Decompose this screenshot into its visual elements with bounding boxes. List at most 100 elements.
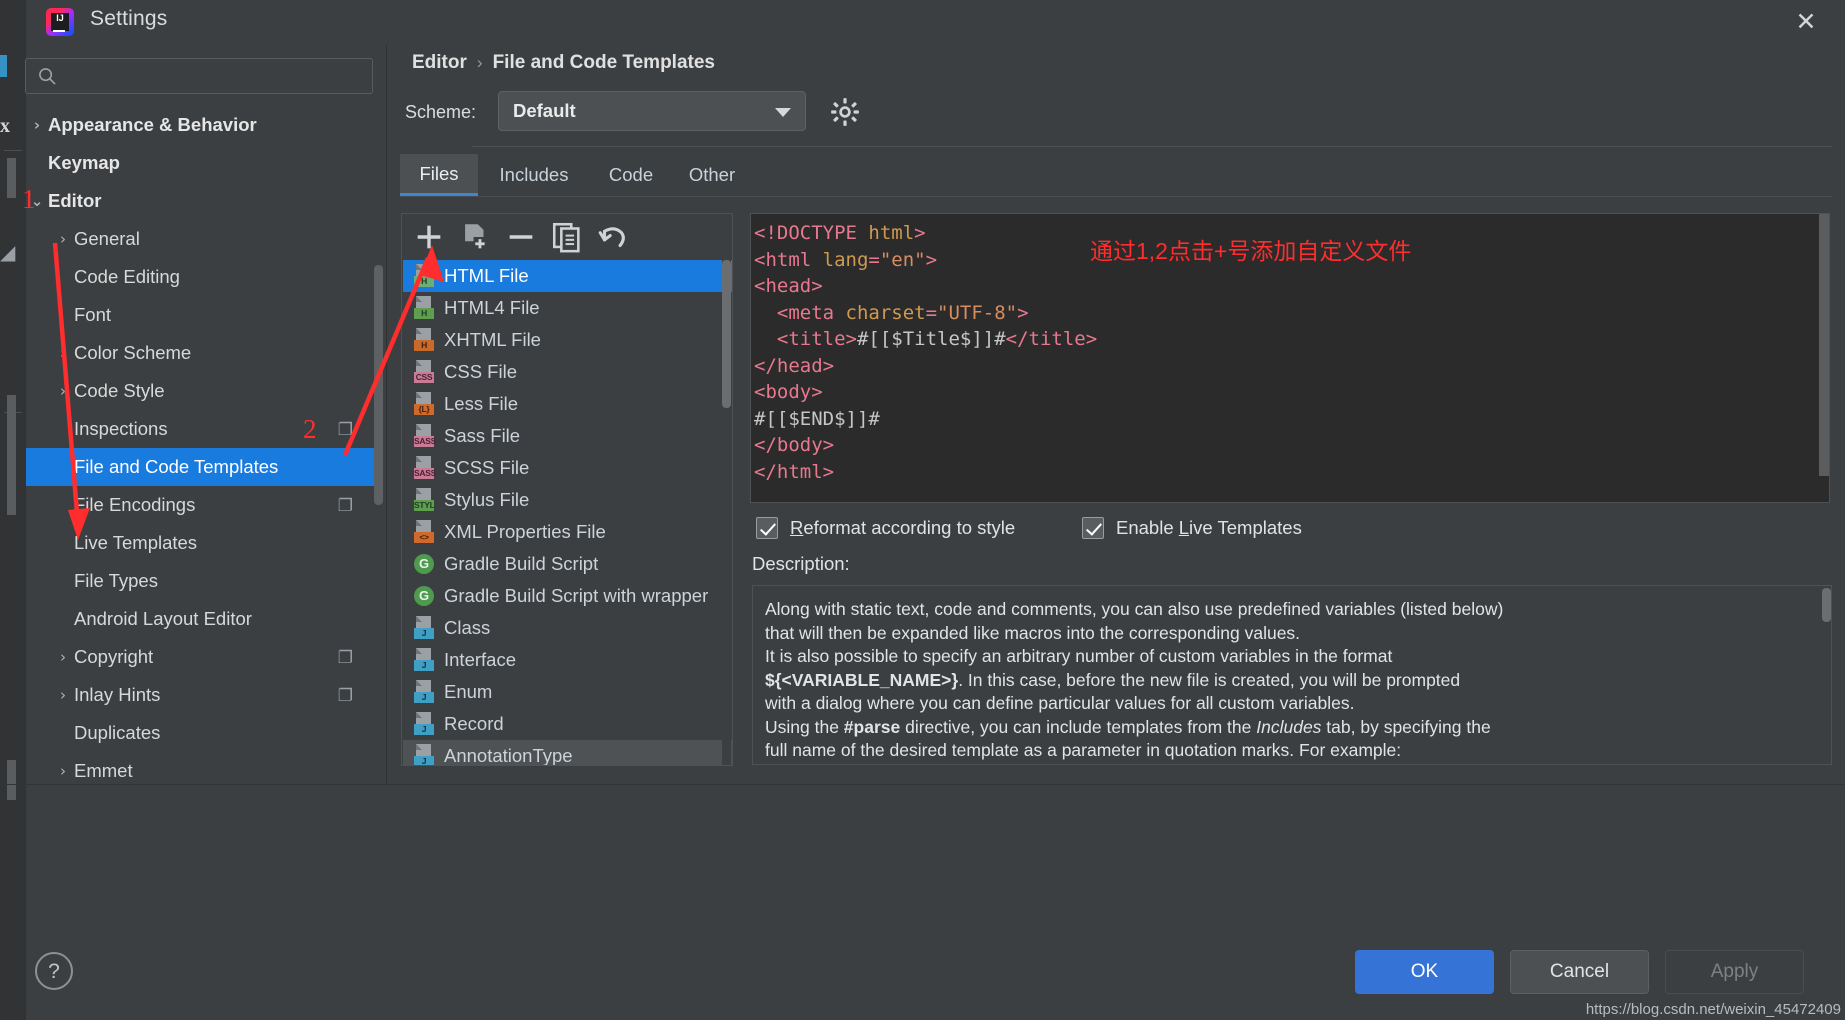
sidebar-item-label: Inspections (74, 418, 168, 439)
file-template-row[interactable]: SASS SCSS File (403, 452, 732, 484)
file-template-row[interactable]: CSS CSS File (403, 356, 732, 388)
template-file-list[interactable]: H HTML File H HTML4 File H XHTML File CSS CSS F… (403, 260, 732, 765)
sidebar-item-keymap[interactable]: Keymap (26, 144, 381, 182)
sidebar-item-file-and-code-templates[interactable]: File and Code Templates (26, 448, 381, 486)
sidebar-item-duplicates[interactable]: Duplicates (26, 714, 381, 752)
sidebar-item-emmet[interactable]: › Emmet (26, 752, 381, 784)
sidebar-item-live-templates[interactable]: Live Templates (26, 524, 381, 562)
sidebar-item-general[interactable]: › General (26, 220, 381, 258)
sidebar-item-inspections[interactable]: Inspections ❐ (26, 410, 381, 448)
sidebar-item-appearance-behavior[interactable]: › Appearance & Behavior (26, 106, 381, 144)
chevron-right-icon[interactable]: › (52, 230, 74, 248)
remove-template-button[interactable] (504, 220, 538, 254)
description-scrollbar-thumb[interactable] (1822, 588, 1831, 622)
chevron-right-icon[interactable]: › (52, 762, 74, 780)
chevron-right-icon[interactable]: › (52, 382, 74, 400)
copy-settings-icon[interactable]: ❐ (338, 648, 353, 668)
sidebar-item-editor[interactable]: ⌄ Editor (26, 182, 381, 220)
code-line: #[[$END$]]# (754, 406, 1097, 433)
sidebar-scrollbar-thumb[interactable] (374, 265, 383, 505)
scheme-dropdown[interactable]: Default (498, 91, 806, 131)
title-bar: IJ Settings ✕ (26, 0, 1845, 45)
reformat-label: Reformat according to style (790, 517, 1016, 538)
settings-tree[interactable]: › Appearance & Behavior Keymap ⌄ Editor › Gene… (26, 106, 381, 784)
file-type-icon: {L} (413, 392, 435, 416)
file-type-icon: J (413, 744, 435, 765)
editor-scrollbar-thumb[interactable] (1819, 214, 1829, 476)
sidebar-item-inlay-hints[interactable]: › Inlay Hints ❐ (26, 676, 381, 714)
help-button[interactable]: ? (35, 952, 73, 990)
close-icon[interactable]: ✕ (1791, 8, 1821, 38)
file-template-row[interactable]: J Interface (403, 644, 732, 676)
tab-includes[interactable]: Includes (478, 154, 590, 196)
template-list-toolbar[interactable] (402, 214, 732, 260)
sidebar-item-font[interactable]: Font (26, 296, 381, 334)
file-template-label: Interface (444, 649, 516, 670)
chevron-right-icon[interactable]: › (52, 344, 74, 362)
tab-code[interactable]: Code (590, 154, 672, 196)
sidebar-item-code-style[interactable]: › Code Style (26, 372, 381, 410)
scheme-settings-button[interactable] (828, 96, 862, 128)
copy-settings-icon[interactable]: ❐ (338, 496, 353, 516)
search-input[interactable] (66, 65, 361, 89)
code-line: <!DOCTYPE html> (754, 220, 1097, 247)
file-template-row[interactable]: G Gradle Build Script (403, 548, 732, 580)
sidebar-item-code-editing[interactable]: Code Editing (26, 258, 381, 296)
breadcrumb-parent[interactable]: Editor (412, 52, 467, 73)
chevron-right-icon[interactable]: › (26, 116, 48, 134)
sidebar-item-android-layout-editor[interactable]: Android Layout Editor (26, 600, 381, 638)
tab-files[interactable]: Files (400, 154, 478, 196)
file-template-row[interactable]: J AnnotationType (403, 740, 732, 765)
file-template-row[interactable]: J Record (403, 708, 732, 740)
description-line: #parse("File Header.java") (765, 763, 1795, 765)
file-type-icon: G (413, 552, 435, 576)
reformat-checkbox[interactable]: Reformat according to style (756, 517, 1015, 539)
file-template-row[interactable]: G Gradle Build Script with wrapper (403, 580, 732, 612)
code-token: > (914, 222, 926, 244)
duplicate-button[interactable] (550, 220, 584, 254)
file-template-row[interactable]: STYL Stylus File (403, 484, 732, 516)
sidebar-item-label: Duplicates (74, 722, 161, 743)
sidebar-item-label: Editor (48, 190, 102, 211)
copy-settings-icon[interactable]: ❐ (338, 686, 353, 706)
list-scrollbar-thumb[interactable] (722, 260, 731, 408)
file-template-row[interactable]: H HTML File (403, 260, 732, 292)
add-template-button[interactable] (412, 220, 446, 254)
copy-template-button[interactable] (458, 220, 492, 254)
sidebar-item-file-types[interactable]: File Types (26, 562, 381, 600)
tab-label: Code (608, 164, 654, 185)
code-token: > (1017, 301, 1029, 324)
live-templates-checkbox[interactable]: Enable Live Templates (1082, 517, 1302, 539)
file-template-label: Less File (444, 393, 519, 414)
file-template-row[interactable]: J Enum (403, 676, 732, 708)
sidebar-divider (386, 45, 387, 784)
settings-search-box[interactable] (25, 58, 373, 94)
ide-x-label: x (0, 115, 10, 137)
sidebar-item-file-encodings[interactable]: File Encodings ❐ (26, 486, 381, 524)
copy-settings-icon[interactable]: ❐ (338, 420, 353, 440)
reset-button[interactable] (596, 220, 630, 254)
code-line: <body> (754, 379, 1097, 406)
code-token: <title> (754, 328, 857, 350)
template-tabs[interactable]: Files Includes Code Other (400, 154, 1832, 196)
file-template-row[interactable]: H HTML4 File (403, 292, 732, 324)
file-template-row[interactable]: H XHTML File (403, 324, 732, 356)
sidebar-item-label: Emmet (74, 760, 133, 781)
tab-other[interactable]: Other (672, 154, 752, 196)
ok-button[interactable]: OK (1355, 950, 1494, 994)
chevron-right-icon[interactable]: › (52, 648, 74, 666)
file-template-row[interactable]: J Class (403, 612, 732, 644)
file-template-row[interactable]: <> XML Properties File (403, 516, 732, 548)
description-line: full name of the desired template as a p… (765, 740, 1402, 760)
code-token: = (925, 301, 938, 324)
cancel-button[interactable]: Cancel (1510, 950, 1649, 994)
sidebar-item-label: Inlay Hints (74, 684, 161, 705)
file-template-row[interactable]: SASS Sass File (403, 420, 732, 452)
file-template-row[interactable]: {L} Less File (403, 388, 732, 420)
sidebar-item-color-scheme[interactable]: › Color Scheme (26, 334, 381, 372)
apply-button[interactable]: Apply (1665, 950, 1804, 994)
code-token: <head> (754, 275, 823, 297)
sidebar-item-copyright[interactable]: › Copyright ❐ (26, 638, 381, 676)
chevron-right-icon[interactable]: › (52, 686, 74, 704)
template-code-text[interactable]: <!DOCTYPE html> <html lang="en"> <head> <m… (754, 220, 1097, 485)
